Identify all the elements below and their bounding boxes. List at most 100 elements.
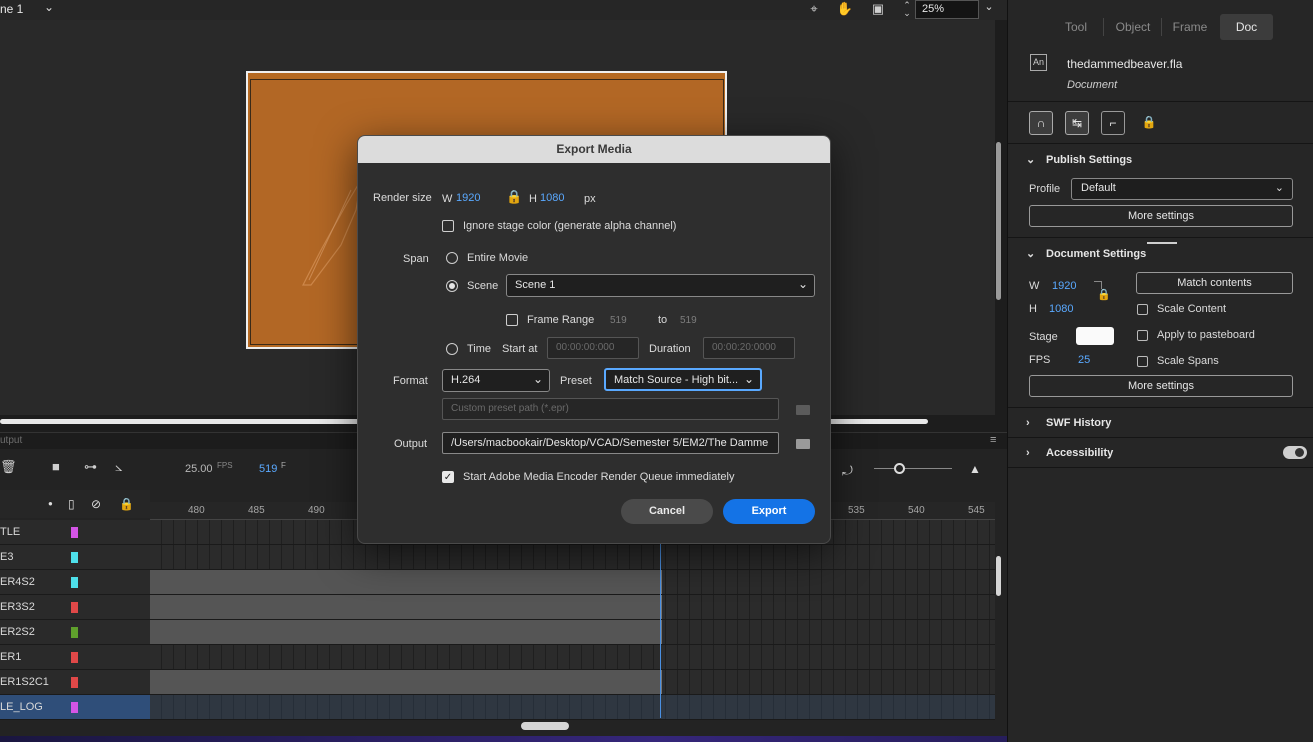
swf-history-header[interactable]: › SWF History <box>1026 417 1111 429</box>
camera-icon[interactable]: ■ <box>52 459 60 474</box>
layer-color-swatch[interactable] <box>71 527 78 538</box>
chevron-down-icon[interactable]: ⌄ <box>44 0 54 14</box>
tab-tool[interactable]: Tool <box>1056 14 1096 40</box>
frame-row[interactable] <box>150 570 995 595</box>
scale-spans-checkbox[interactable] <box>1137 356 1148 367</box>
hand-icon[interactable]: ✋ <box>836 1 854 18</box>
clip-icon[interactable]: ▣ <box>869 1 887 18</box>
stepper-icon[interactable]: ⌃ ⌄ <box>898 1 916 18</box>
timeline-zoom-track[interactable] <box>874 468 952 469</box>
loop-icon[interactable]: ⤾ <box>842 463 853 479</box>
layer-row[interactable]: ER2S2 <box>0 620 150 645</box>
duration-field[interactable]: 00:00:20:0000 <box>703 337 795 359</box>
scene-radio[interactable] <box>446 280 458 292</box>
zoom-max-icon[interactable]: ▲ <box>969 462 981 476</box>
timeline-vertical-scrollbar[interactable] <box>996 556 1001 596</box>
tween-span[interactable] <box>150 570 662 594</box>
layer-color-swatch[interactable] <box>71 577 78 588</box>
ignore-stage-color-checkbox[interactable] <box>442 220 454 232</box>
frame-row[interactable] <box>150 645 995 670</box>
panel-menu-icon[interactable]: ≡ <box>990 434 996 446</box>
zoom-dropdown-icon[interactable]: ⌄ <box>980 0 998 19</box>
publish-settings-header[interactable]: ⌄ Publish Settings <box>1026 153 1132 166</box>
layer-color-swatch[interactable] <box>71 652 78 663</box>
document-more-settings-button[interactable]: More settings <box>1029 375 1293 397</box>
scene-select[interactable]: Scene 1 ⌄ <box>506 274 815 297</box>
render-width-value[interactable]: 1920 <box>456 192 480 204</box>
browse-folder-icon[interactable] <box>796 439 810 449</box>
tween-span[interactable] <box>150 670 662 694</box>
edit-icon[interactable]: ↹ <box>1065 111 1089 135</box>
fps-value[interactable]: 25 <box>1078 354 1090 366</box>
tab-object[interactable]: Object <box>1111 14 1155 40</box>
zoom-input[interactable]: 25% <box>915 0 979 19</box>
custom-preset-field[interactable]: Custom preset path (*.epr) <box>442 398 779 420</box>
apply-pasteboard-checkbox[interactable] <box>1137 330 1148 341</box>
height-value[interactable]: 1080 <box>1049 303 1073 315</box>
frame-range-to[interactable]: 519 <box>680 315 697 326</box>
layer-row[interactable]: ER4S2 <box>0 570 150 595</box>
padlock-icon[interactable]: 🔒 <box>1137 111 1161 135</box>
layer-color-swatch[interactable] <box>71 677 78 688</box>
dot-icon[interactable]: ● <box>48 499 53 508</box>
trash-icon[interactable]: 🗑 <box>0 459 17 475</box>
layer-parenting-icon[interactable]: ⊶ <box>84 459 97 475</box>
current-frame-readout[interactable]: 519 <box>259 463 277 475</box>
start-at-field[interactable]: 00:00:00:000 <box>547 337 639 359</box>
visibility-icon[interactable]: ⊘ <box>91 497 101 511</box>
layer-row[interactable]: LE_LOG <box>0 695 150 720</box>
resize-grip[interactable] <box>1147 242 1177 244</box>
export-button[interactable]: Export <box>723 499 815 524</box>
layer-row[interactable]: ER3S2 <box>0 595 150 620</box>
layer-row[interactable]: ER1 <box>0 645 150 670</box>
output-path-field[interactable]: /Users/macbookair/Desktop/VCAD/Semester … <box>442 432 779 454</box>
tab-output[interactable]: utput <box>0 435 22 446</box>
aspect-lock-icon[interactable]: 🔒 <box>506 189 522 205</box>
playhead[interactable] <box>660 520 661 718</box>
time-radio[interactable] <box>446 343 458 355</box>
graph-icon[interactable]: ⦣ <box>115 459 122 475</box>
frame-row[interactable] <box>150 695 995 720</box>
tween-span[interactable] <box>150 620 662 644</box>
cancel-button[interactable]: Cancel <box>621 499 713 524</box>
entire-movie-radio[interactable] <box>446 252 458 264</box>
fps-readout[interactable]: 25.00 <box>185 463 213 475</box>
accessibility-header[interactable]: › Accessibility <box>1026 447 1113 459</box>
frame-row[interactable] <box>150 545 995 570</box>
lock-icon[interactable]: 🔒 <box>119 497 134 511</box>
frame-row[interactable] <box>150 670 995 695</box>
start-encoder-checkbox[interactable]: ✓ <box>442 471 454 483</box>
link-lock-icon[interactable]: 🔒 <box>1097 288 1111 301</box>
transform-center-icon[interactable]: ⌖ <box>805 1 823 18</box>
frame-range-from[interactable]: 519 <box>610 315 627 326</box>
stage-color-swatch[interactable] <box>1076 327 1114 345</box>
timeline-zoom-slider[interactable] <box>894 463 905 474</box>
magnet-icon[interactable]: ∩ <box>1029 111 1053 135</box>
preset-select[interactable]: Match Source - High bit... ⌄ <box>604 368 762 391</box>
frame-range-checkbox[interactable] <box>506 314 518 326</box>
tab-doc[interactable]: Doc <box>1220 14 1273 40</box>
match-contents-button[interactable]: Match contents <box>1136 272 1293 294</box>
width-value[interactable]: 1920 <box>1052 280 1076 292</box>
layer-row[interactable]: ER1S2C1 <box>0 670 150 695</box>
layer-row[interactable]: TLE <box>0 520 150 545</box>
frame-row[interactable] <box>150 620 995 645</box>
profile-select[interactable]: Default ⌄ <box>1071 178 1293 200</box>
layer-row[interactable]: E3 <box>0 545 150 570</box>
outline-icon[interactable]: ▯ <box>68 497 75 511</box>
publish-more-settings-button[interactable]: More settings <box>1029 205 1293 227</box>
scale-content-checkbox[interactable] <box>1137 304 1148 315</box>
layer-color-swatch[interactable] <box>71 627 78 638</box>
stage-vertical-scrollbar[interactable] <box>996 142 1001 300</box>
layer-color-swatch[interactable] <box>71 702 78 713</box>
tween-span[interactable] <box>150 595 662 619</box>
timeline-horizontal-scrollbar[interactable] <box>521 722 569 730</box>
layer-color-swatch[interactable] <box>71 552 78 563</box>
ruler-icon[interactable]: ⌐ <box>1101 111 1125 135</box>
document-settings-header[interactable]: ⌄ Document Settings <box>1026 247 1146 260</box>
frame-row[interactable] <box>150 595 995 620</box>
scene-name[interactable]: ne 1 <box>0 2 23 16</box>
frame-grid[interactable] <box>150 520 995 720</box>
format-select[interactable]: H.264 ⌄ <box>442 369 550 392</box>
layer-color-swatch[interactable] <box>71 602 78 613</box>
